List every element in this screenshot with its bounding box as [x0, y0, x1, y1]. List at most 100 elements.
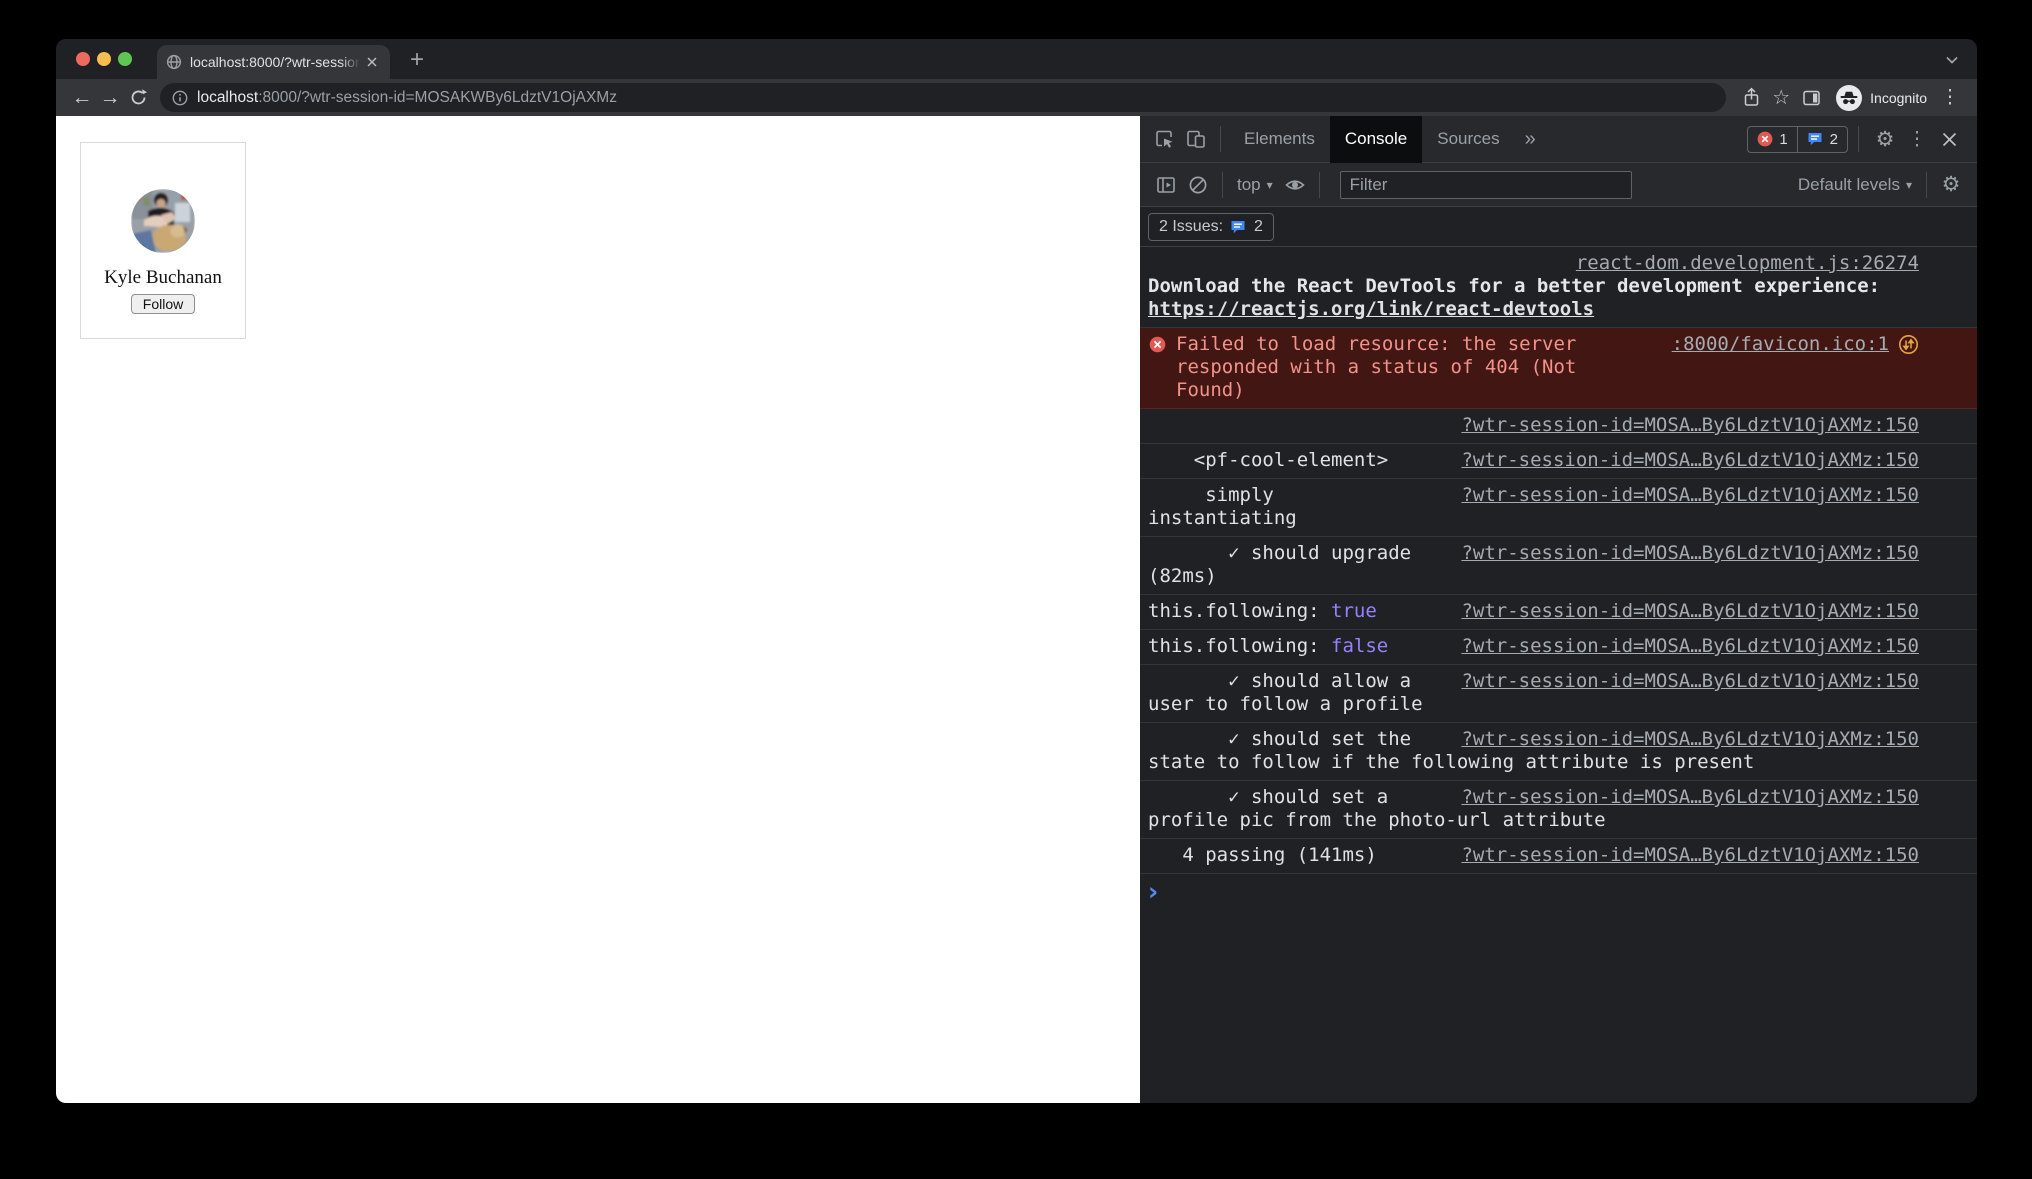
console-sidebar-icon[interactable] [1150, 169, 1182, 201]
console-log: react-dom.development.js:26274 Download … [1140, 247, 1977, 1103]
incognito-badge: Incognito [1836, 84, 1927, 111]
console-message: ?wtr-session-id=MOSA…By6LdztV1OjAXMz:150… [1140, 839, 1977, 874]
browser-tab[interactable]: localhost:8000/?wtr-session-i [157, 45, 390, 79]
console-message-text: this.following: false [1148, 635, 1388, 657]
console-source-link[interactable]: ?wtr-session-id=MOSA…By6LdztV1OjAXMz:150 [1461, 786, 1919, 809]
tab-console[interactable]: Console [1329, 115, 1423, 163]
issues-chip-count: 2 [1254, 217, 1263, 235]
page-info-icon[interactable] [172, 90, 188, 106]
tab-sources[interactable]: Sources [1422, 116, 1514, 163]
profile-card: Kyle Buchanan Follow [80, 142, 246, 339]
log-levels-selector[interactable]: Default levels ▾ [1798, 175, 1912, 195]
status-badges: 1 2 [1747, 125, 1848, 153]
console-message: ?wtr-session-id=MOSA…By6LdztV1OjAXMz:150… [1140, 537, 1977, 595]
browser-toolbar: ← → localhost:8000/?wtr-session-id=MOSAK… [56, 79, 1977, 116]
message-text: Download the React DevTools for a better… [1148, 275, 1881, 297]
console-message: ?wtr-session-id=MOSA…By6LdztV1OjAXMz:150… [1140, 781, 1977, 839]
bookmark-star-icon[interactable]: ☆ [1766, 84, 1796, 112]
chevron-down-icon: ▾ [1266, 177, 1273, 192]
devtools-menu-icon[interactable]: ⋮ [1901, 123, 1933, 155]
incognito-icon [1836, 84, 1863, 111]
console-source-link[interactable]: ?wtr-session-id=MOSA…By6LdztV1OjAXMz:150 [1461, 635, 1919, 658]
divider [1220, 126, 1221, 152]
forward-button[interactable]: → [96, 84, 124, 112]
divider [1926, 171, 1927, 198]
console-source-link[interactable]: ?wtr-session-id=MOSA…By6LdztV1OjAXMz:150 [1461, 844, 1919, 867]
device-toolbar-icon[interactable] [1180, 123, 1212, 155]
browser-window: localhost:8000/?wtr-session-i + ← → loca… [56, 39, 1977, 1103]
fullscreen-window-button[interactable] [118, 52, 132, 66]
console-error-message: :8000/favicon.ico:1 Failed to load resou… [1140, 328, 1977, 409]
console-source-link[interactable]: react-dom.development.js:26274 [1576, 252, 1919, 274]
reload-button[interactable] [124, 84, 152, 112]
network-initiator-icon[interactable] [1898, 334, 1919, 355]
console-message: ?wtr-session-id=MOSA…By6LdztV1OjAXMz:150… [1140, 630, 1977, 665]
settings-gear-icon[interactable]: ⚙ [1869, 123, 1901, 155]
console-message-text: simply instantiating [1148, 484, 1297, 529]
url-path: :8000/?wtr-session-id=MOSAKWBy6LdztV1OjA… [258, 88, 617, 106]
avatar [131, 189, 195, 253]
divider [1318, 171, 1320, 198]
inspect-element-icon[interactable] [1148, 123, 1180, 155]
error-count: 1 [1779, 130, 1788, 148]
devtools-close-icon[interactable] [1933, 123, 1965, 155]
console-message-text: Download the React DevTools for a better… [1148, 275, 1919, 321]
error-count-badge[interactable]: 1 [1748, 127, 1796, 152]
share-icon[interactable] [1736, 84, 1766, 112]
console-settings-gear-icon[interactable]: ⚙ [1935, 169, 1967, 201]
side-panel-icon[interactable] [1796, 84, 1826, 112]
console-source-link[interactable]: ?wtr-session-id=MOSA…By6LdztV1OjAXMz:150 [1461, 449, 1919, 472]
console-prompt[interactable]: › [1140, 874, 1977, 914]
clear-console-icon[interactable] [1182, 169, 1214, 201]
devtools-tabbar: Elements Console Sources » 1 2 ⚙ ⋮ [1140, 115, 1977, 163]
console-source-link[interactable]: ?wtr-session-id=MOSA…By6LdztV1OjAXMz:150 [1461, 542, 1919, 565]
window-controls [76, 52, 132, 66]
tab-strip: localhost:8000/?wtr-session-i + [56, 39, 1977, 79]
console-source-link[interactable]: ?wtr-session-id=MOSA…By6LdztV1OjAXMz:150 [1461, 600, 1919, 623]
issues-count: 2 [1829, 130, 1838, 148]
issues-icon [1808, 133, 1822, 146]
react-devtools-link[interactable]: https://reactjs.org/link/react-devtools [1148, 298, 1594, 321]
console-message-text: <pf-cool-element> [1148, 449, 1389, 471]
console-source-link[interactable]: ?wtr-session-id=MOSA…By6LdztV1OjAXMz:150 [1461, 728, 1919, 751]
console-message: ?wtr-session-id=MOSA…By6LdztV1OjAXMz:150… [1140, 444, 1977, 479]
url-host: localhost [197, 88, 259, 106]
console-message-text: this.following: true [1148, 600, 1377, 622]
back-button[interactable]: ← [68, 84, 96, 112]
console-filter-input[interactable] [1339, 170, 1632, 199]
console-source-link[interactable]: ?wtr-session-id=MOSA…By6LdztV1OjAXMz:150 [1461, 414, 1919, 437]
web-page: Kyle Buchanan Follow [56, 116, 1140, 1103]
context-selector[interactable]: top ▾ [1237, 175, 1273, 195]
close-window-button[interactable] [76, 52, 90, 66]
new-tab-button[interactable]: + [402, 46, 432, 76]
issues-count-badge[interactable]: 2 [1796, 126, 1847, 152]
minimize-window-button[interactable] [97, 52, 111, 66]
console-message-text: ✓ should allow a user to follow a profil… [1148, 670, 1423, 715]
tab-elements[interactable]: Elements [1229, 116, 1330, 163]
follow-button[interactable]: Follow [130, 294, 196, 314]
issues-chip[interactable]: 2 Issues: 2 [1148, 212, 1274, 241]
tab-title: localhost:8000/?wtr-session-i [190, 54, 363, 70]
prompt-chevron-icon: › [1148, 877, 1159, 906]
tab-search-chevron-icon[interactable] [1945, 53, 1959, 71]
profile-name: Kyle Buchanan [104, 267, 222, 288]
divider [1858, 126, 1859, 152]
divider [1222, 171, 1223, 198]
more-tabs-icon[interactable]: » [1525, 128, 1536, 151]
address-bar[interactable]: localhost:8000/?wtr-session-id=MOSAKWBy6… [160, 83, 1727, 112]
context-label: top [1237, 174, 1261, 194]
console-toolbar: top ▾ Default levels ▾ ⚙ [1140, 163, 1977, 207]
devtools-panel: Elements Console Sources » 1 2 ⚙ ⋮ top ▾… [1140, 115, 1977, 1103]
console-message: ?wtr-session-id=MOSA…By6LdztV1OjAXMz:150… [1140, 665, 1977, 723]
console-message: ?wtr-session-id=MOSA…By6LdztV1OjAXMz:150… [1140, 723, 1977, 781]
console-message: ?wtr-session-id=MOSA…By6LdztV1OjAXMz:150… [1140, 479, 1977, 537]
log-levels-label: Default levels [1797, 174, 1900, 194]
console-message-text: Failed to load resource: the server resp… [1176, 333, 1577, 401]
console-message-text: ✓ should upgrade (82ms) [1148, 542, 1412, 587]
console-source-link[interactable]: ?wtr-session-id=MOSA…By6LdztV1OjAXMz:150 [1461, 670, 1919, 693]
browser-menu-icon[interactable]: ⋮ [1935, 84, 1965, 112]
console-source-link[interactable]: :8000/favicon.ico:1 [1672, 333, 1889, 356]
console-message: react-dom.development.js:26274 Download … [1140, 247, 1977, 328]
live-expression-eye-icon[interactable] [1279, 169, 1311, 201]
console-source-link[interactable]: ?wtr-session-id=MOSA…By6LdztV1OjAXMz:150 [1461, 484, 1919, 507]
